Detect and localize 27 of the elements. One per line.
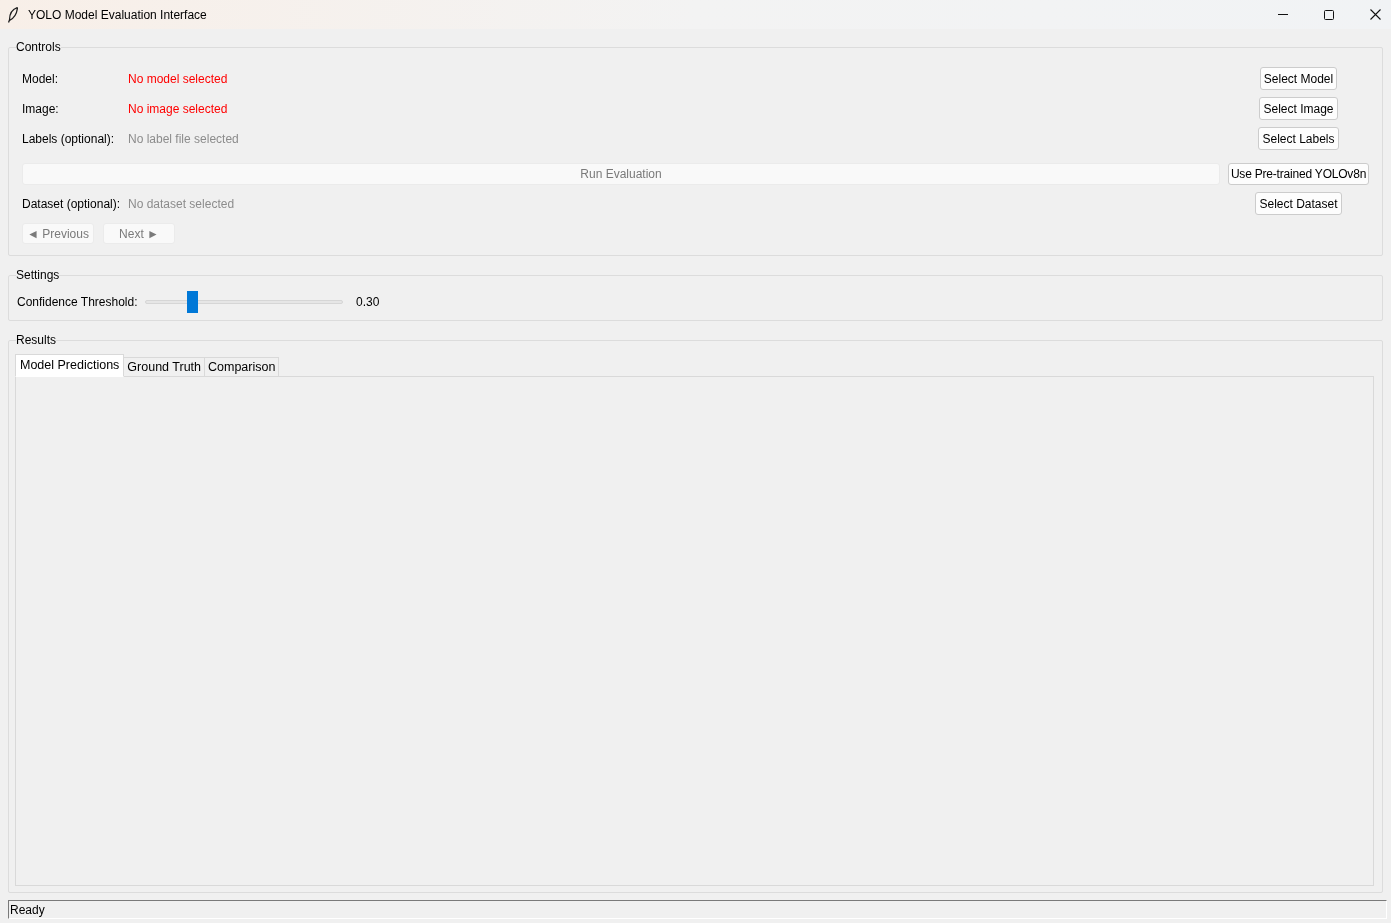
file-status: No model selected: [128, 70, 229, 88]
select-file-button[interactable]: Select Dataset: [1255, 192, 1342, 215]
panel-title: Controls: [16, 40, 61, 54]
maximize-icon[interactable]: [1324, 9, 1334, 20]
feather-icon: [8, 6, 18, 23]
select-file-button[interactable]: Select Image: [1259, 97, 1338, 120]
select-file-button[interactable]: Select Labels: [1258, 127, 1339, 150]
panel-title: Settings: [16, 268, 60, 282]
file-status: No image selected: [128, 100, 229, 118]
slider-value: 0.30: [356, 294, 380, 311]
close-icon[interactable]: [1370, 9, 1381, 20]
file-status: No dataset selected: [128, 195, 236, 213]
panel-title: Results: [16, 333, 56, 347]
field-label: Model:: [22, 70, 60, 88]
slider-label: Confidence Threshold:: [17, 294, 139, 311]
file-status: No label file selected: [128, 130, 240, 148]
status-bar: Ready: [8, 900, 1387, 919]
slider-thumb[interactable]: [187, 291, 198, 313]
field-label: Image:: [22, 100, 60, 118]
tab[interactable]: Ground Truth: [124, 357, 205, 377]
window-title: YOLO Model Evaluation Interface: [28, 6, 207, 24]
tab[interactable]: Comparison: [205, 357, 280, 377]
select-file-button[interactable]: Select Model: [1259, 67, 1338, 90]
pretrained-model-button[interactable]: Use Pre-trained YOLOv8n: [1227, 163, 1370, 185]
field-label: Labels (optional):: [22, 130, 116, 148]
tab[interactable]: Model Predictions: [15, 354, 125, 377]
field-label: Dataset (optional):: [22, 195, 122, 213]
